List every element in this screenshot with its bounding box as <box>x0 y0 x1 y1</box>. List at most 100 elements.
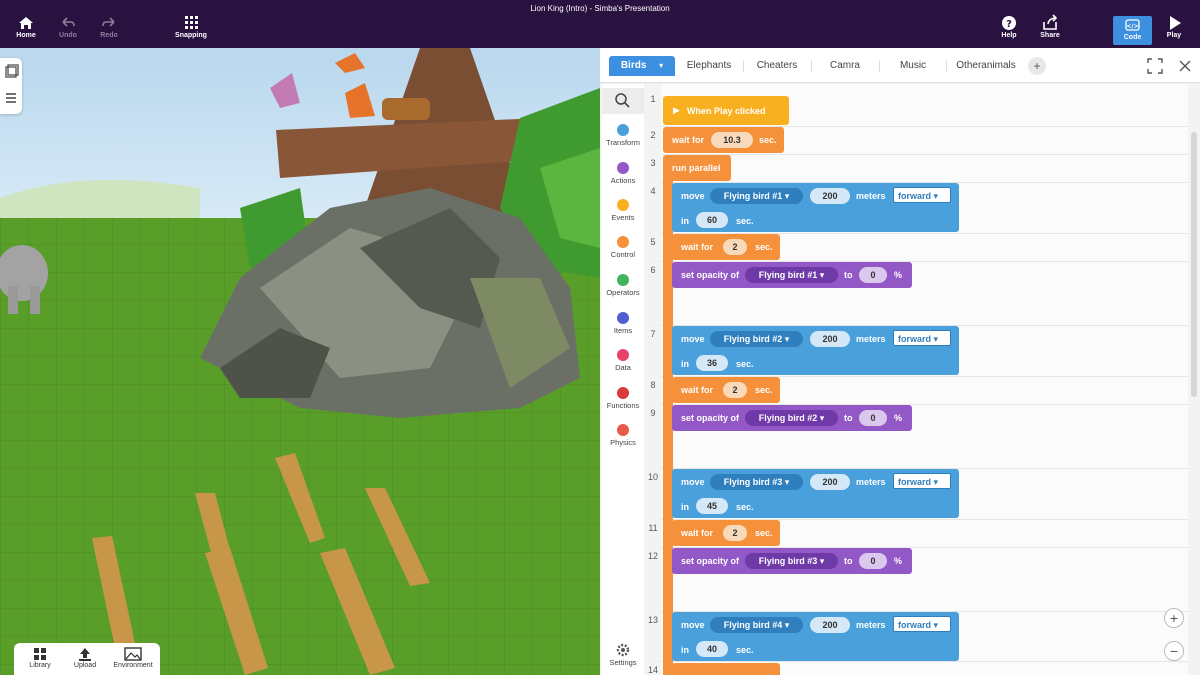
move-block[interactable]: move Flying bird #2 ▾ 200 meters forward… <box>672 326 959 375</box>
wait-block[interactable]: wait for 10.3 sec. <box>663 127 784 153</box>
duration-value[interactable]: 40 <box>696 641 728 657</box>
tab-camra[interactable]: Camra <box>812 56 878 76</box>
category-functions[interactable]: Functions <box>602 387 644 410</box>
scrollbar[interactable] <box>1191 132 1197 397</box>
category-physics[interactable]: Physics <box>602 424 644 447</box>
sec-label: sec. <box>759 135 777 145</box>
play-triangle-icon: ▶ <box>673 105 680 115</box>
layers-icon[interactable] <box>0 58 22 86</box>
category-label: Data <box>615 363 631 372</box>
direction-select[interactable]: forward ▾ <box>893 187 951 203</box>
object-selector[interactable]: Flying bird #4 ▾ <box>710 617 803 633</box>
upload-icon <box>79 648 91 661</box>
object-selector[interactable]: Flying bird #2 ▾ <box>710 331 803 347</box>
scene-viewport[interactable]: Library Upload Environment <box>0 48 600 675</box>
environment-label: Environment <box>113 662 153 669</box>
object-selector[interactable]: Flying bird #1 ▾ <box>745 267 838 283</box>
object-selector[interactable]: Flying bird #3 ▾ <box>745 553 838 569</box>
direction-select[interactable]: forward ▾ <box>893 473 951 489</box>
wait-value[interactable]: 2 <box>723 239 747 255</box>
run-parallel-label: run parallel <box>672 163 721 173</box>
wait-value[interactable]: 2 <box>723 382 747 398</box>
category-items[interactable]: Items <box>602 312 644 335</box>
undo-button[interactable]: Undo <box>46 12 90 39</box>
zoom-in-button[interactable]: + <box>1164 608 1184 628</box>
category-events[interactable]: Events <box>602 199 644 222</box>
object-selector[interactable]: Flying bird #2 ▾ <box>745 410 838 426</box>
distance-value[interactable]: 200 <box>810 617 850 633</box>
help-label: Help <box>1001 32 1017 39</box>
opacity-value[interactable]: 0 <box>859 553 887 569</box>
sec-label: sec. <box>755 528 773 538</box>
zoom-out-button[interactable]: − <box>1164 641 1184 661</box>
direction-value: forward <box>898 477 932 487</box>
category-control[interactable]: Control <box>602 236 644 259</box>
fullscreen-icon[interactable] <box>1147 58 1163 74</box>
category-transform[interactable]: Transform <box>602 124 644 147</box>
library-button[interactable]: Library <box>17 646 63 669</box>
set-opacity-block[interactable]: set opacity of Flying bird #3 ▾ to 0 % <box>672 548 912 574</box>
duration-value[interactable]: 36 <box>696 355 728 371</box>
settings-button[interactable]: Settings <box>602 643 644 667</box>
redo-button[interactable]: Redo <box>87 12 131 39</box>
wait-block-partial[interactable] <box>672 663 780 675</box>
tab-elephants[interactable]: Elephants <box>676 56 742 76</box>
move-block[interactable]: move Flying bird #3 ▾ 200 meters forward… <box>672 469 959 518</box>
duration-value[interactable]: 45 <box>696 498 728 514</box>
scene-illustration <box>0 48 600 675</box>
set-opacity-label: set opacity of <box>681 556 740 566</box>
distance-value[interactable]: 200 <box>810 474 850 490</box>
home-button[interactable]: Home <box>4 12 48 39</box>
code-panel: Birds ▾ Elephants Cheaters Camra Music O… <box>600 48 1200 675</box>
when-play-block[interactable]: ▶ When Play clicked <box>663 96 789 125</box>
tab-otheranimals[interactable]: Otheranimals <box>947 56 1025 76</box>
tab-music[interactable]: Music <box>880 56 946 76</box>
opacity-value[interactable]: 0 <box>859 410 887 426</box>
share-button[interactable]: Share <box>1028 12 1072 39</box>
line-number: 12 <box>647 551 658 561</box>
close-icon[interactable] <box>1178 59 1192 73</box>
direction-value: forward <box>898 620 932 630</box>
opacity-value[interactable]: 0 <box>859 267 887 283</box>
search-button[interactable] <box>602 88 644 114</box>
category-operators[interactable]: Operators <box>602 274 644 297</box>
set-opacity-block[interactable]: set opacity of Flying bird #1 ▾ to 0 % <box>672 262 912 288</box>
code-canvas[interactable]: ▶ When Play clicked wait for 10.3 sec. r… <box>661 84 1188 675</box>
direction-select[interactable]: forward ▾ <box>893 330 951 346</box>
chevron-down-icon[interactable]: ▾ <box>659 61 663 70</box>
percent-label: % <box>894 413 903 423</box>
top-bar: Lion King (Intro) - Simba's Presentation… <box>0 0 1200 48</box>
home-label: Home <box>16 32 36 39</box>
tab-cheaters[interactable]: Cheaters <box>744 56 810 76</box>
direction-select[interactable]: forward ▾ <box>893 616 951 632</box>
object-selector[interactable]: Flying bird #1 ▾ <box>710 188 803 204</box>
set-opacity-block[interactable]: set opacity of Flying bird #2 ▾ to 0 % <box>672 405 912 431</box>
tab-birds[interactable]: Birds ▾ <box>609 56 675 76</box>
code-button[interactable]: </> Code <box>1113 16 1152 45</box>
help-button[interactable]: ? Help <box>987 12 1031 39</box>
snapping-button[interactable]: Snapping <box>169 12 213 39</box>
duration-value[interactable]: 60 <box>696 212 728 228</box>
upload-button[interactable]: Upload <box>62 646 108 669</box>
wait-block[interactable]: wait for 2 sec. <box>672 520 780 546</box>
distance-value[interactable]: 200 <box>810 188 850 204</box>
settings-label: Settings <box>609 658 637 667</box>
wait-value[interactable]: 2 <box>723 525 747 541</box>
category-actions[interactable]: Actions <box>602 162 644 185</box>
code-label: Code <box>1123 34 1142 41</box>
app-window: Lion King (Intro) - Simba's Presentation… <box>0 0 1200 675</box>
line-number: 13 <box>647 615 658 625</box>
object-selector[interactable]: Flying bird #3 ▾ <box>710 474 803 490</box>
add-tab-button[interactable]: + <box>1028 57 1046 75</box>
wait-block[interactable]: wait for 2 sec. <box>672 377 780 403</box>
wait-block[interactable]: wait for 2 sec. <box>672 234 780 260</box>
environment-button[interactable]: Environment <box>108 646 158 669</box>
move-block[interactable]: move Flying bird #4 ▾ 200 meters forward… <box>672 612 959 661</box>
wait-value[interactable]: 10.3 <box>711 132 753 148</box>
list-icon[interactable] <box>0 86 22 114</box>
run-parallel-block[interactable]: run parallel <box>663 155 731 181</box>
distance-value[interactable]: 200 <box>810 331 850 347</box>
move-block[interactable]: move Flying bird #1 ▾ 200 meters forward… <box>672 183 959 232</box>
category-data[interactable]: Data <box>602 349 644 372</box>
play-button[interactable]: Play <box>1152 12 1196 39</box>
